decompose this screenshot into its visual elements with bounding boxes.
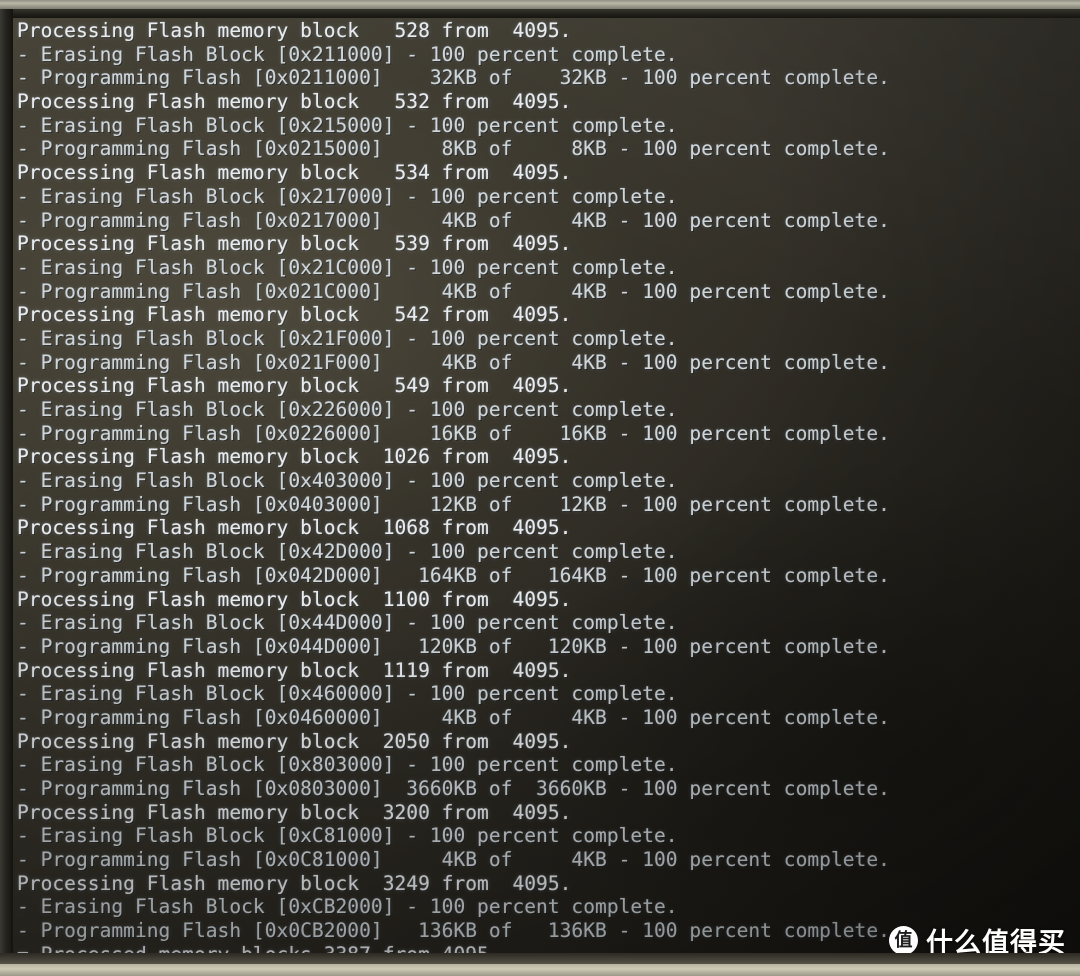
console-line: Processing Flash memory block 1026 from … <box>17 445 572 469</box>
console-line: - Programming Flash [0x0460000] 4KB of 4… <box>17 705 890 729</box>
console-line: - Programming Flash [0x0215000] 8KB of 8… <box>17 137 890 161</box>
console-line: - Erasing Flash Block [0x226000] - 100 p… <box>17 398 678 421</box>
console-line: - Programming Flash [0x042D000] 164KB of… <box>17 563 890 587</box>
monitor-bezel-bottom <box>0 964 1080 976</box>
console-line: Processing Flash memory block 1100 from … <box>17 587 572 611</box>
console-line: - Erasing Flash Block [0x44D000] - 100 p… <box>17 611 678 635</box>
console-line: - Erasing Flash Block [0x803000] - 100 p… <box>17 753 678 777</box>
console-line: Processing Flash memory block 539 from 4… <box>17 232 572 256</box>
console-line: Processing Flash memory block 534 from 4… <box>17 161 572 185</box>
console-line: - Erasing Flash Block [0xCB2000] - 100 p… <box>17 895 678 919</box>
console-line: - Programming Flash [0x0211000] 32KB of … <box>17 66 890 90</box>
console-line: - Erasing Flash Block [0x403000] - 100 p… <box>17 469 678 493</box>
console-line: - Programming Flash [0x0226000] 16KB of … <box>17 421 890 445</box>
console-line: - Programming Flash [0x0217000] 4KB of 4… <box>17 208 890 232</box>
console-line: - Programming Flash [0x021C000] 4KB of 4… <box>17 279 890 303</box>
monitor-bezel-top-shadow <box>0 9 1080 18</box>
console-line: - Programming Flash [0x021F000] 4KB of 4… <box>17 350 890 374</box>
console-line: Processing Flash memory block 3249 from … <box>17 871 572 895</box>
monitor-bezel-left <box>0 9 13 959</box>
watermark-badge-icon: 值 <box>889 926 918 955</box>
console-line: Processing Flash memory block 542 from 4… <box>17 303 572 327</box>
console-line: - Erasing Flash Block [0xC81000] - 100 p… <box>17 824 678 848</box>
console-line: Processing Flash memory block 532 from 4… <box>17 90 572 114</box>
monitor-screen: Processing Flash memory block 528 from 4… <box>13 18 1080 959</box>
console-line: Processing Flash memory block 528 from 4… <box>17 19 572 42</box>
console-line: - Programming Flash [0x044D000] 120KB of… <box>17 634 890 658</box>
console-line: - Erasing Flash Block [0x21F000] - 100 p… <box>17 326 678 350</box>
screenshot-root: Processing Flash memory block 528 from 4… <box>0 0 1080 976</box>
console-line: - Erasing Flash Block [0x460000] - 100 p… <box>17 682 678 706</box>
console-line: - Programming Flash [0x0803000] 3660KB o… <box>17 777 890 800</box>
console-line: Processing Flash memory block 3200 from … <box>17 800 572 824</box>
console-line: - Programming Flash [0x0403000] 12KB of … <box>17 492 890 516</box>
console-line: Processing Flash memory block 549 from 4… <box>17 374 572 398</box>
monitor-bezel-bottom-shadow <box>0 953 1080 964</box>
console-line: - Erasing Flash Block [0x42D000] - 100 p… <box>17 540 678 564</box>
monitor-bezel-top <box>0 0 1080 9</box>
console-line: Processing Flash memory block 1119 from … <box>17 658 572 682</box>
console-line: Processing Flash memory block 2050 from … <box>17 729 572 753</box>
console-line: - Programming Flash [0x0C81000] 4KB of 4… <box>17 848 890 872</box>
console-line: - Erasing Flash Block [0x215000] - 100 p… <box>17 113 678 137</box>
console-line: - Erasing Flash Block [0x217000] - 100 p… <box>17 184 678 208</box>
console-line: Processing Flash memory block 1068 from … <box>17 516 572 540</box>
console-line: - Erasing Flash Block [0x21C000] - 100 p… <box>17 255 678 279</box>
console-line: - Erasing Flash Block [0x211000] - 100 p… <box>17 42 678 66</box>
console-output[interactable]: Processing Flash memory block 528 from 4… <box>17 19 1080 959</box>
